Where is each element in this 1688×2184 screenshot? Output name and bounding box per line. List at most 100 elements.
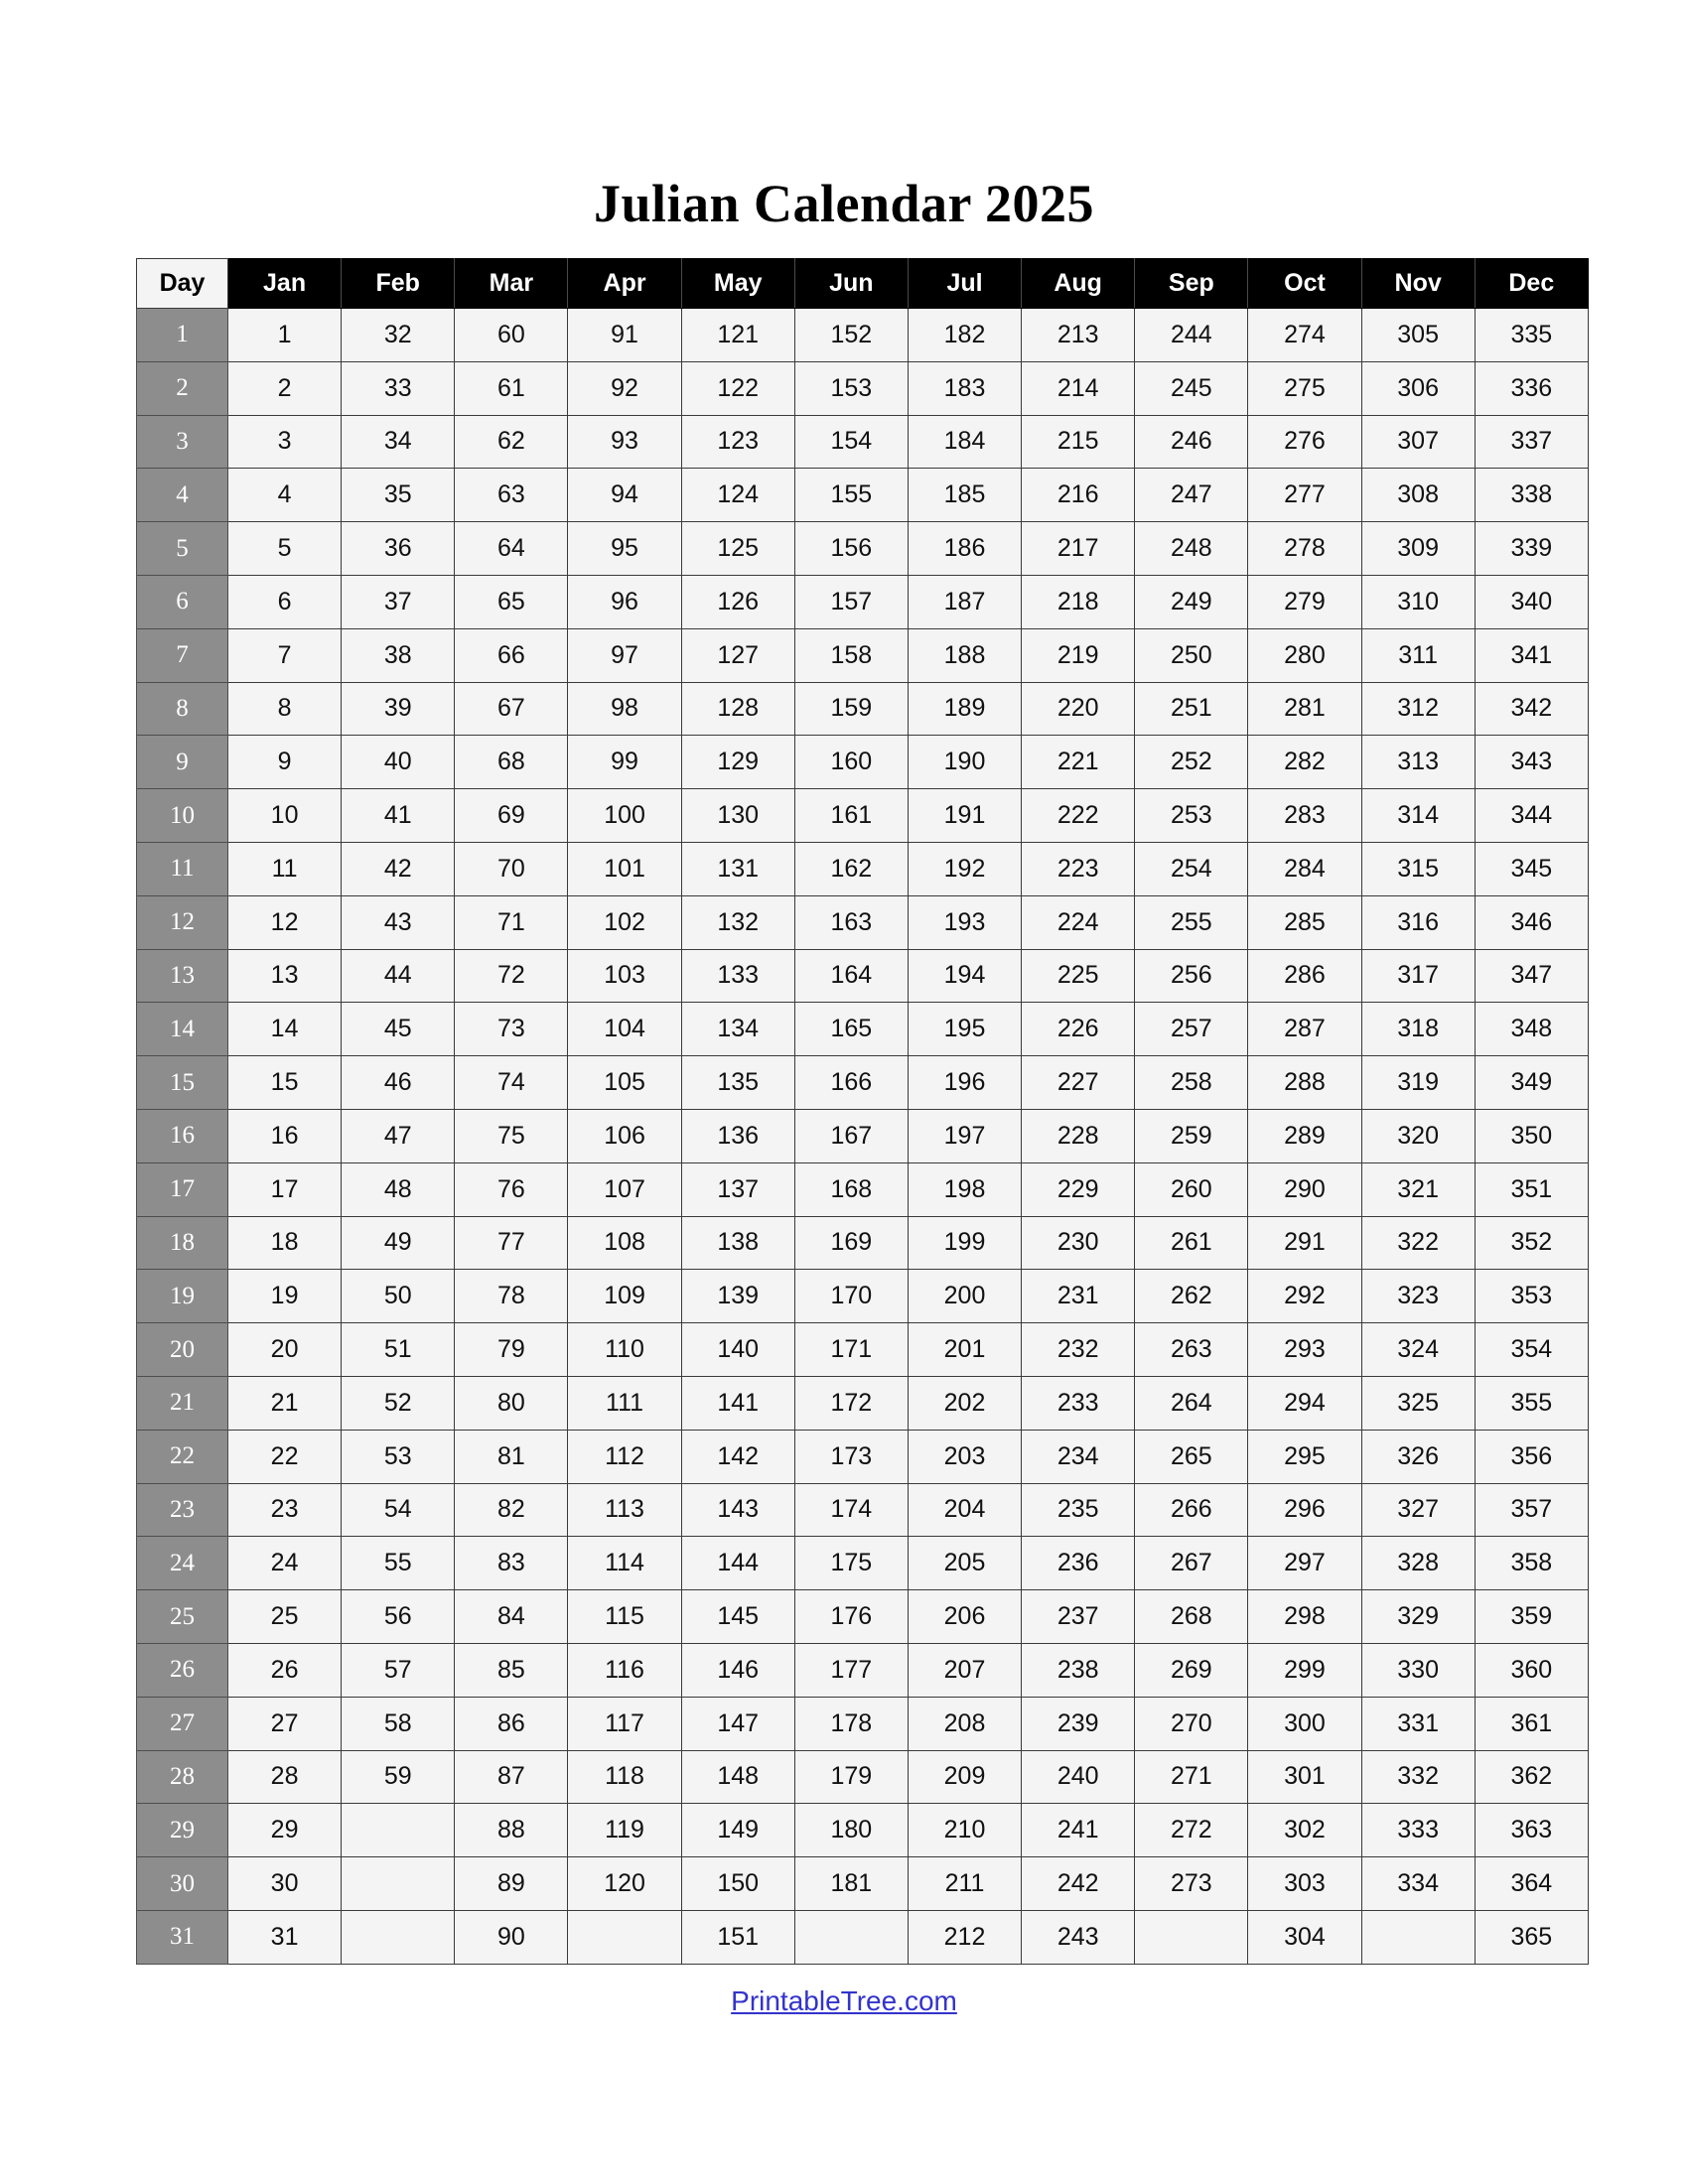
julian-day-cell: 95 (567, 521, 682, 576)
julian-day-cell: 33 (341, 360, 456, 416)
julian-day-cell: 118 (567, 1749, 682, 1805)
julian-day-cell: 18 (226, 1215, 343, 1271)
julian-day-cell: 316 (1360, 894, 1476, 950)
table-row: 19 19 50 78 109 139 170 200 231 262 292 323 353 (136, 1269, 1589, 1324)
day-number-cell: 7 (136, 627, 228, 683)
julian-day-cell: 361 (1474, 1696, 1589, 1751)
julian-day-cell: 58 (341, 1696, 456, 1751)
table-row: 13 13 44 72 103 133 164 194 225 256 286 317 347 (136, 948, 1589, 1004)
julian-day-cell: 282 (1247, 735, 1362, 790)
julian-day-cell: 289 (1247, 1108, 1362, 1163)
column-header-aug: Aug (1021, 258, 1136, 309)
julian-day-cell: 177 (793, 1642, 909, 1698)
julian-day-cell: 164 (793, 948, 909, 1004)
day-number-cell: 15 (136, 1055, 228, 1110)
julian-day-cell: 21 (226, 1375, 343, 1431)
julian-day-cell: 199 (907, 1215, 1023, 1271)
day-number-cell: 30 (136, 1856, 228, 1911)
julian-day-cell: 107 (567, 1161, 682, 1217)
julian-day-cell: 63 (454, 468, 569, 523)
julian-day-cell: 232 (1021, 1322, 1136, 1377)
julian-day-cell: 292 (1247, 1269, 1362, 1324)
julian-day-cell: 248 (1134, 521, 1249, 576)
julian-day-cell: 30 (226, 1856, 343, 1911)
julian-day-cell: 278 (1247, 521, 1362, 576)
table-row: 28 28 59 87 118 148 179 209 240 271 301 332 362 (136, 1749, 1589, 1805)
julian-day-cell: 259 (1134, 1108, 1249, 1163)
julian-day-cell: 142 (680, 1429, 795, 1484)
julian-day-cell: 265 (1134, 1429, 1249, 1484)
julian-day-cell: 12 (226, 894, 343, 950)
julian-day-cell: 128 (680, 681, 795, 737)
day-number-cell: 13 (136, 948, 228, 1004)
julian-day-cell: 262 (1134, 1269, 1249, 1324)
julian-day-cell: 37 (341, 574, 456, 629)
table-row: 12 12 43 71 102 132 163 193 224 255 285 316 346 (136, 894, 1589, 950)
julian-day-cell: 246 (1134, 414, 1249, 470)
day-number-cell: 18 (136, 1215, 228, 1271)
julian-day-cell: 305 (1360, 308, 1476, 362)
julian-day-cell: 315 (1360, 841, 1476, 896)
julian-day-cell: 220 (1021, 681, 1136, 737)
julian-day-cell: 89 (454, 1856, 569, 1911)
column-header-jun: Jun (793, 258, 909, 309)
julian-day-cell: 161 (793, 788, 909, 843)
julian-day-cell (567, 1909, 682, 1965)
julian-day-cell: 261 (1134, 1215, 1249, 1271)
table-row: 25 25 56 84 115 145 176 206 237 268 298 329 359 (136, 1589, 1589, 1644)
julian-day-cell (1360, 1909, 1476, 1965)
julian-day-cell: 298 (1247, 1589, 1362, 1644)
julian-day-cell: 258 (1134, 1055, 1249, 1110)
table-body: 1 1 32 60 91 121 152 182 213 244 274 305 335 2 2 33 61 92… (136, 308, 1589, 1965)
julian-day-cell: 345 (1474, 841, 1589, 896)
julian-day-cell: 227 (1021, 1055, 1136, 1110)
day-number-cell: 19 (136, 1269, 228, 1324)
julian-day-cell: 123 (680, 414, 795, 470)
printabletree-footer-link[interactable]: PrintableTree.com (0, 1985, 1688, 2017)
table-row: 23 23 54 82 113 143 174 204 235 266 296 327 357 (136, 1482, 1589, 1538)
header-row: Day Jan Feb Mar Apr May Jun Jul Aug Sep Oct Nov Dec (136, 258, 1589, 309)
julian-day-cell: 88 (454, 1803, 569, 1858)
julian-day-cell: 285 (1247, 894, 1362, 950)
julian-day-cell: 324 (1360, 1322, 1476, 1377)
julian-day-cell: 81 (454, 1429, 569, 1484)
table-row: 4 4 35 63 94 124 155 185 216 247 277 308 338 (136, 468, 1589, 523)
day-number-cell: 22 (136, 1429, 228, 1484)
julian-day-cell: 208 (907, 1696, 1023, 1751)
julian-day-cell (341, 1909, 456, 1965)
julian-day-cell: 364 (1474, 1856, 1589, 1911)
table-row: 27 27 58 86 117 147 178 208 239 270 300 331 361 (136, 1696, 1589, 1751)
julian-day-cell: 99 (567, 735, 682, 790)
julian-day-cell: 145 (680, 1589, 795, 1644)
julian-day-cell: 160 (793, 735, 909, 790)
julian-day-cell: 335 (1474, 308, 1589, 362)
julian-day-cell: 214 (1021, 360, 1136, 416)
julian-day-cell: 186 (907, 521, 1023, 576)
julian-day-cell: 252 (1134, 735, 1249, 790)
julian-day-cell: 185 (907, 468, 1023, 523)
julian-day-cell: 55 (341, 1536, 456, 1591)
julian-day-cell: 191 (907, 788, 1023, 843)
julian-day-cell: 263 (1134, 1322, 1249, 1377)
julian-day-cell: 183 (907, 360, 1023, 416)
julian-day-cell: 98 (567, 681, 682, 737)
julian-day-cell: 231 (1021, 1269, 1136, 1324)
julian-day-cell: 35 (341, 468, 456, 523)
julian-day-cell: 358 (1474, 1536, 1589, 1591)
julian-day-cell: 64 (454, 521, 569, 576)
julian-day-cell: 106 (567, 1108, 682, 1163)
table-row: 26 26 57 85 116 146 177 207 238 269 299 330 360 (136, 1642, 1589, 1698)
julian-day-cell: 34 (341, 414, 456, 470)
julian-day-cell: 166 (793, 1055, 909, 1110)
table-row: 17 17 48 76 107 137 168 198 229 260 290 321 351 (136, 1161, 1589, 1217)
julian-day-cell: 277 (1247, 468, 1362, 523)
julian-day-cell: 7 (226, 627, 343, 683)
julian-day-cell: 237 (1021, 1589, 1136, 1644)
julian-day-cell: 143 (680, 1482, 795, 1538)
julian-day-cell: 140 (680, 1322, 795, 1377)
julian-day-cell: 96 (567, 574, 682, 629)
julian-day-cell: 241 (1021, 1803, 1136, 1858)
julian-day-cell: 122 (680, 360, 795, 416)
day-number-cell: 21 (136, 1375, 228, 1431)
julian-day-cell: 66 (454, 627, 569, 683)
